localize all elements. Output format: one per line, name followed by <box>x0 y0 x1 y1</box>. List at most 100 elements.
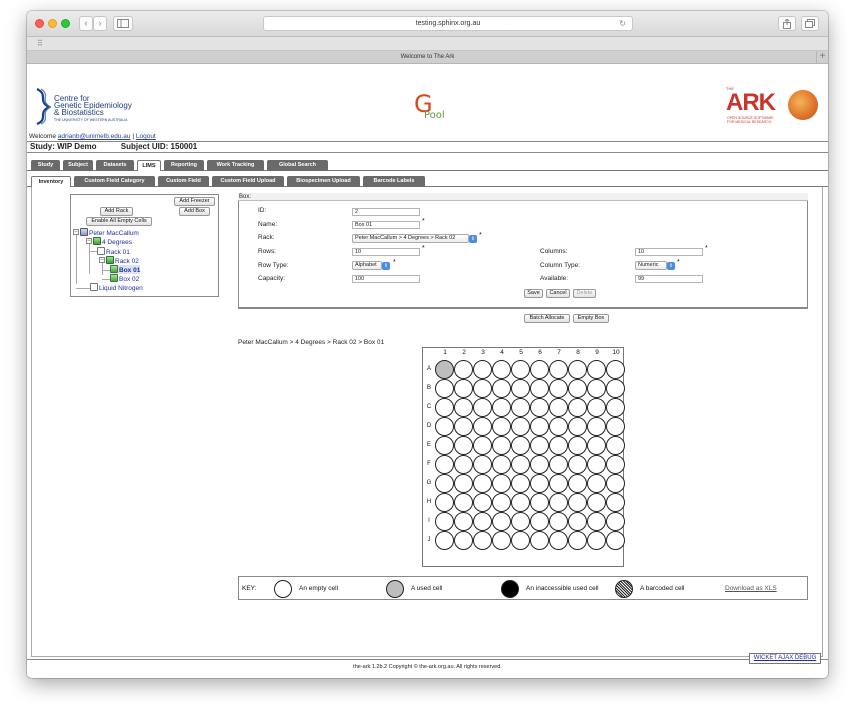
zoom-window-button[interactable] <box>61 19 70 28</box>
empty-cell[interactable] <box>454 417 473 436</box>
empty-cell[interactable] <box>549 512 568 531</box>
tree-node-site[interactable]: Peter MacCallum <box>80 228 139 237</box>
empty-cell[interactable] <box>606 417 625 436</box>
empty-cell[interactable] <box>435 455 454 474</box>
logout-link[interactable]: Logout <box>136 133 156 140</box>
wicket-ajax-debug-link[interactable]: WICKET AJAX DEBUG <box>749 653 821 664</box>
available-field[interactable]: 99 <box>635 275 703 283</box>
empty-cell[interactable] <box>568 398 587 417</box>
enable-all-empty-cells-button[interactable]: Enable All Empty Cells <box>86 217 152 226</box>
empty-cell[interactable] <box>568 512 587 531</box>
empty-cell[interactable] <box>587 474 606 493</box>
empty-cell[interactable] <box>587 360 606 379</box>
empty-cell[interactable] <box>511 379 530 398</box>
empty-cell[interactable] <box>530 512 549 531</box>
empty-cell[interactable] <box>530 474 549 493</box>
empty-cell[interactable] <box>587 436 606 455</box>
empty-cell[interactable] <box>454 398 473 417</box>
sidebar-toggle-button[interactable] <box>113 16 133 31</box>
empty-cell[interactable] <box>473 531 492 550</box>
empty-cell[interactable] <box>530 436 549 455</box>
back-button[interactable]: ‹ <box>79 16 93 31</box>
forward-button[interactable]: › <box>93 16 107 31</box>
empty-cell[interactable] <box>492 493 511 512</box>
empty-cell[interactable] <box>549 474 568 493</box>
empty-cell[interactable] <box>473 474 492 493</box>
empty-cell[interactable] <box>549 531 568 550</box>
empty-cell[interactable] <box>568 531 587 550</box>
browser-tab-title[interactable]: Welcome to The Ark <box>401 54 455 60</box>
empty-cell[interactable] <box>435 493 454 512</box>
empty-cell[interactable] <box>492 512 511 531</box>
share-button[interactable] <box>778 16 796 31</box>
empty-cell[interactable] <box>530 455 549 474</box>
empty-cell[interactable] <box>568 474 587 493</box>
download-xls-link[interactable]: Download as XLS <box>725 585 777 592</box>
empty-cell[interactable] <box>454 455 473 474</box>
tab-global-search[interactable]: Global Search <box>267 160 328 171</box>
id-field[interactable]: 2 <box>352 208 420 216</box>
empty-cell[interactable] <box>568 417 587 436</box>
empty-cell[interactable] <box>549 455 568 474</box>
tabs-overview-button[interactable] <box>801 16 819 31</box>
empty-cell[interactable] <box>511 436 530 455</box>
empty-cell[interactable] <box>606 379 625 398</box>
empty-cell[interactable] <box>587 493 606 512</box>
tab-lims[interactable]: LIMS <box>137 160 161 171</box>
tab-barcode-labels[interactable]: Barcode Labels <box>363 176 425 187</box>
empty-cell[interactable] <box>511 531 530 550</box>
add-freezer-button[interactable]: Add Freezer <box>174 197 215 206</box>
empty-cell[interactable] <box>530 360 549 379</box>
bookmarks-grid-icon[interactable]: ⠿ <box>37 39 43 48</box>
empty-cell[interactable] <box>530 417 549 436</box>
reload-icon[interactable]: ↻ <box>619 17 626 30</box>
empty-cell[interactable] <box>492 531 511 550</box>
expand-tank-toggle[interactable]: − <box>86 238 92 244</box>
used-cell[interactable] <box>435 360 454 379</box>
add-box-button[interactable]: Add Box <box>179 207 210 216</box>
empty-cell[interactable] <box>568 493 587 512</box>
tree-node-box-01[interactable]: Box 01 <box>110 265 141 274</box>
empty-cell[interactable] <box>454 379 473 398</box>
tree-node-rack-02[interactable]: Rack 02 <box>106 256 139 265</box>
user-email-link[interactable]: adrianb@unimelb.edu.au <box>58 133 131 140</box>
empty-cell[interactable] <box>549 379 568 398</box>
empty-cell[interactable] <box>549 360 568 379</box>
expand-rack-02-toggle[interactable]: − <box>99 257 105 263</box>
empty-cell[interactable] <box>454 474 473 493</box>
empty-cell[interactable] <box>454 436 473 455</box>
tab-inventory[interactable]: Inventory <box>31 176 71 187</box>
empty-cell[interactable] <box>511 398 530 417</box>
empty-cell[interactable] <box>587 455 606 474</box>
add-rack-button[interactable]: Add Rack <box>100 207 133 216</box>
empty-cell[interactable] <box>606 360 625 379</box>
empty-cell[interactable] <box>549 493 568 512</box>
empty-cell[interactable] <box>435 379 454 398</box>
row-type-select[interactable]: Alphabet ⇕ <box>352 261 390 270</box>
empty-cell[interactable] <box>606 531 625 550</box>
empty-cell[interactable] <box>530 493 549 512</box>
empty-cell[interactable] <box>587 398 606 417</box>
empty-cell[interactable] <box>511 512 530 531</box>
minimize-window-button[interactable] <box>48 19 57 28</box>
delete-button[interactable]: Delete <box>573 289 596 298</box>
name-field[interactable]: Box 01 <box>352 221 420 229</box>
empty-cell[interactable] <box>435 531 454 550</box>
cancel-button[interactable]: Cancel <box>546 289 570 298</box>
capacity-field[interactable]: 100 <box>352 275 420 283</box>
empty-cell[interactable] <box>473 512 492 531</box>
expand-site-toggle[interactable]: − <box>73 229 79 235</box>
address-bar[interactable]: testing.sphinx.org.au ↻ <box>263 16 633 31</box>
empty-cell[interactable] <box>606 398 625 417</box>
empty-cell[interactable] <box>568 436 587 455</box>
close-window-button[interactable] <box>35 19 44 28</box>
empty-cell[interactable] <box>606 474 625 493</box>
rows-field[interactable]: 10 <box>352 248 420 256</box>
tab-reporting[interactable]: Reporting <box>164 160 204 171</box>
columns-field[interactable]: 10 <box>635 248 703 256</box>
empty-cell[interactable] <box>511 474 530 493</box>
new-tab-button[interactable]: + <box>816 51 828 63</box>
tree-node-rack-01[interactable]: Rack 01 <box>97 247 130 256</box>
empty-cell[interactable] <box>606 493 625 512</box>
empty-cell[interactable] <box>435 512 454 531</box>
